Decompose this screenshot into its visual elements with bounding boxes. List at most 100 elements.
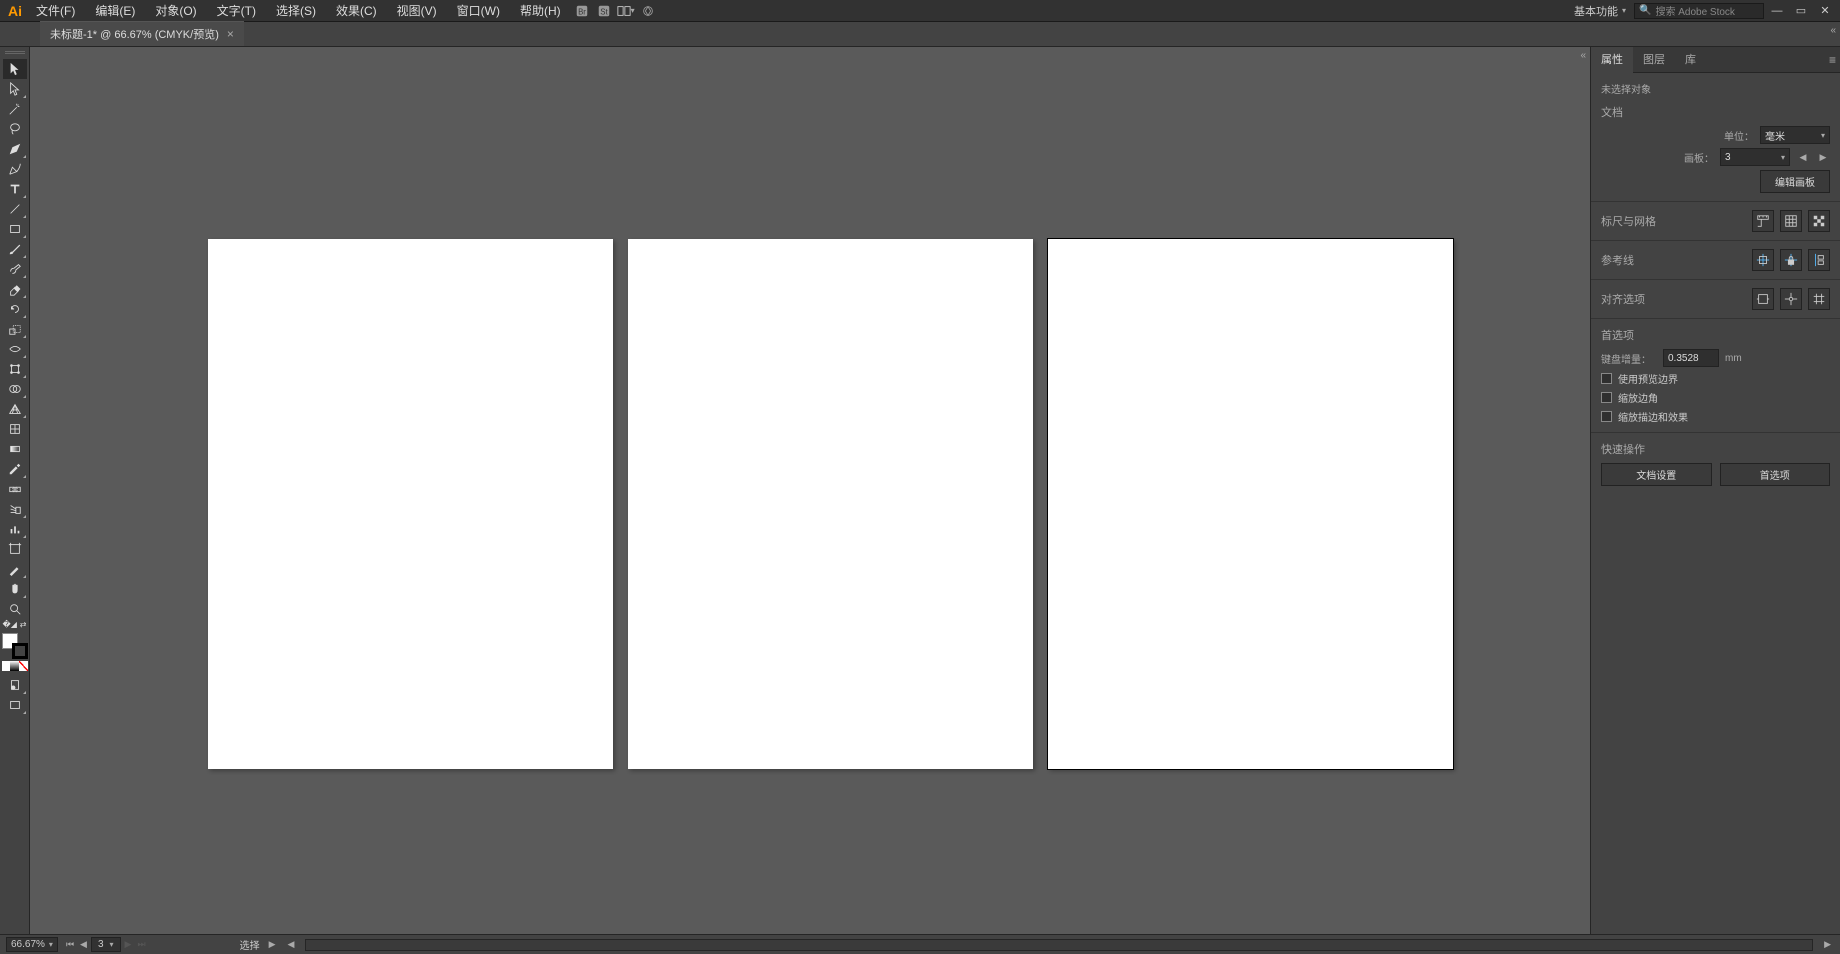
document-tab[interactable]: 未标题-1* @ 66.67% (CMYK/预览) × [40,21,244,46]
artboard-tool[interactable] [3,539,27,559]
color-mode-row[interactable] [2,661,28,671]
line-tool[interactable] [3,199,27,219]
free-transform-tool[interactable] [3,359,27,379]
tab-layers[interactable]: 图层 [1633,47,1675,73]
snap-to-grid-icon[interactable] [1808,288,1830,310]
menu-edit[interactable]: 编辑(E) [85,0,145,22]
use-preview-bounds-checkbox[interactable]: 使用预览边界 [1601,371,1830,386]
scroll-right-button[interactable]: ▶ [1821,939,1834,950]
first-artboard-button[interactable]: ⏮ [64,939,76,950]
horizontal-scrollbar[interactable] [305,939,1813,951]
rectangle-tool[interactable] [3,219,27,239]
zoom-tool[interactable] [3,599,27,619]
color-mode-none[interactable] [19,661,28,671]
shape-builder-tool[interactable] [3,379,27,399]
artboard-3[interactable] [1048,239,1453,769]
smart-guides-icon[interactable] [1808,249,1830,271]
scale-strokes-checkbox[interactable]: 缩放描边和效果 [1601,409,1830,424]
menu-help[interactable]: 帮助(H) [510,0,571,22]
canvas[interactable]: « [30,47,1590,934]
last-artboard-button[interactable]: ⏭ [135,939,147,950]
stroke-swatch[interactable] [12,643,28,659]
ruler-toggle-icon[interactable] [1752,210,1774,232]
scroll-left-button[interactable]: ◀ [285,939,298,950]
expand-tabbar-icon[interactable]: « [1830,25,1836,36]
show-guides-icon[interactable] [1752,249,1774,271]
minimize-button[interactable]: — [1766,3,1788,19]
pen-tool[interactable] [3,139,27,159]
artboard-number-select[interactable]: 3 ▾ [91,937,121,952]
screen-mode[interactable] [3,695,27,715]
snap-to-point-icon[interactable] [1780,288,1802,310]
unit-select[interactable]: 毫米▾ [1760,126,1830,144]
color-mode-color[interactable] [2,661,11,671]
paintbrush-tool[interactable] [3,239,27,259]
mesh-tool[interactable] [3,419,27,439]
draw-mode-normal[interactable] [3,675,27,695]
menu-window[interactable]: 窗口(W) [447,0,510,22]
magic-wand-tool[interactable] [3,99,27,119]
zoom-level-select[interactable]: 66.67% ▾ [6,937,58,952]
artboard-2[interactable] [628,239,1033,769]
gpu-icon[interactable] [637,2,659,20]
prev-artboard-button[interactable]: ◀ [78,939,89,950]
direct-selection-tool[interactable] [3,79,27,99]
search-input[interactable]: 🔍 搜索 Adobe Stock [1634,3,1764,19]
prev-artboard-button[interactable]: ◀ [1796,148,1810,166]
scale-corners-checkbox[interactable]: 缩放边角 [1601,390,1830,405]
lock-guides-icon[interactable] [1780,249,1802,271]
stock-icon[interactable]: St [593,2,615,20]
width-tool[interactable] [3,339,27,359]
artboard-1[interactable] [208,239,613,769]
menu-effect[interactable]: 效果(C) [326,0,387,22]
maximize-button[interactable]: ▭ [1790,3,1812,19]
close-button[interactable]: ✕ [1814,3,1836,19]
grid-toggle-icon[interactable] [1780,210,1802,232]
slice-tool[interactable] [3,559,27,579]
column-graph-tool[interactable] [3,519,27,539]
color-mode-gradient[interactable] [10,661,19,671]
snap-to-pixel-icon[interactable] [1752,288,1774,310]
tab-libraries[interactable]: 库 [1675,47,1706,73]
document-setup-button[interactable]: 文档设置 [1601,463,1712,486]
type-tool[interactable] [3,179,27,199]
menu-type[interactable]: 文字(T) [207,0,266,22]
eyedropper-tool[interactable] [3,459,27,479]
lasso-tool[interactable] [3,119,27,139]
shaper-tool[interactable] [3,259,27,279]
fill-stroke-control[interactable] [2,633,28,659]
symbol-sprayer-tool[interactable] [3,499,27,519]
curvature-tool[interactable] [3,159,27,179]
selection-tool[interactable] [3,59,27,79]
eraser-tool[interactable] [3,279,27,299]
arrange-docs-icon[interactable]: ▾ [615,2,637,20]
search-placeholder: 搜索 Adobe Stock [1655,3,1734,18]
perspective-grid-tool[interactable] [3,399,27,419]
collapse-panels-icon[interactable]: « [1580,50,1586,61]
edit-artboards-button[interactable]: 编辑画板 [1760,170,1830,193]
gradient-tool[interactable] [3,439,27,459]
blend-tool[interactable] [3,479,27,499]
preferences-button[interactable]: 首选项 [1720,463,1831,486]
transparency-grid-icon[interactable] [1808,210,1830,232]
rotate-tool[interactable] [3,299,27,319]
status-flyout-icon[interactable]: ▶ [266,939,279,950]
menu-object[interactable]: 对象(O) [145,0,206,22]
next-artboard-button[interactable]: ▶ [123,939,134,950]
panel-menu-icon[interactable]: ≡ [1829,53,1836,67]
menu-view[interactable]: 视图(V) [387,0,447,22]
menu-file[interactable]: 文件(F) [26,0,85,22]
key-incr-input[interactable] [1663,349,1719,367]
menu-select[interactable]: 选择(S) [266,0,326,22]
artboard-select[interactable]: 3▾ [1720,148,1790,166]
tab-close-icon[interactable]: × [227,27,234,41]
workspace-selector[interactable]: 基本功能 ▾ [1568,3,1632,19]
toggle-fill-stroke[interactable]: �◢⇄ [3,619,27,629]
toolbar-grip[interactable] [5,51,25,55]
bridge-icon[interactable]: Br [571,2,593,20]
hand-tool[interactable] [3,579,27,599]
divider [1591,279,1840,280]
scale-tool[interactable] [3,319,27,339]
next-artboard-button[interactable]: ▶ [1816,148,1830,166]
tab-properties[interactable]: 属性 [1591,47,1633,73]
